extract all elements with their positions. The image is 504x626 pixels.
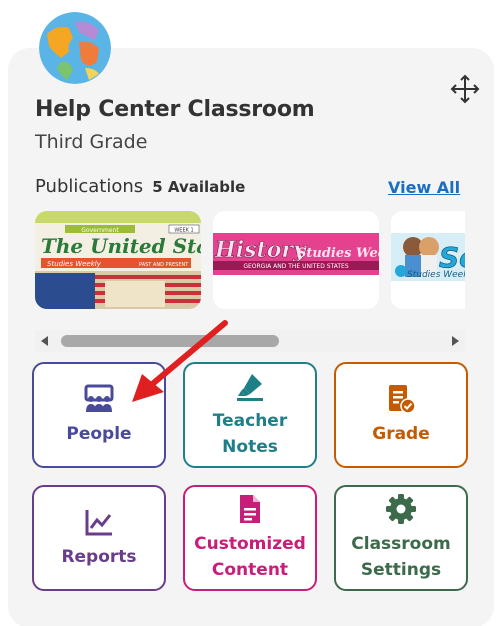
publication-card[interactable]: History Studies Weekly GEORGIA AND THE U… — [213, 211, 379, 309]
classroom-grade: Third Grade — [35, 131, 148, 153]
customized-content-tile[interactable]: Customized Content — [183, 485, 317, 591]
people-tile[interactable]: People — [32, 362, 166, 468]
carousel-scrollbar[interactable] — [35, 330, 465, 352]
publications-header: Publications 5 Available — [35, 176, 245, 197]
publication-card[interactable]: Sci Studies Weekly — [391, 211, 465, 309]
reports-label: Reports — [61, 547, 137, 567]
publication-week: WEEK 1 — [174, 228, 193, 234]
customized-content-label: Customized Content — [194, 534, 306, 580]
publication-title: The United States — [41, 234, 201, 258]
people-label: People — [66, 424, 132, 444]
grade-tile[interactable]: Grade — [334, 362, 468, 468]
publication-banner-text: Government — [81, 227, 119, 234]
people-icon — [84, 384, 114, 412]
publication-brand: Studies Weekly — [47, 260, 102, 268]
classroom-avatar-globe-icon — [39, 12, 111, 84]
teacher-notes-tile[interactable]: Teacher Notes — [183, 362, 317, 468]
reports-tile[interactable]: Reports — [32, 485, 166, 591]
file-text-icon — [240, 495, 260, 523]
publications-carousel[interactable]: Government WEEK 1 The United States Stud… — [35, 211, 465, 311]
publication-brand: Studies Weekly — [407, 270, 465, 280]
view-all-link[interactable]: View All — [388, 178, 460, 197]
classroom-settings-tile[interactable]: Classroom Settings — [334, 485, 468, 591]
highlighter-icon — [237, 374, 263, 401]
publications-label: Publications — [35, 176, 144, 197]
publication-subtitle: PAST AND PRESENT — [139, 262, 189, 268]
publication-title: History — [214, 237, 308, 263]
move-icon[interactable] — [449, 73, 481, 105]
grade-document-icon — [389, 385, 416, 414]
scroll-right-arrow-icon[interactable] — [452, 336, 459, 346]
publications-count: 5 Available — [152, 178, 246, 196]
gear-icon — [386, 494, 416, 524]
publication-brand: Studies Weekly — [297, 246, 379, 261]
scroll-left-arrow-icon[interactable] — [41, 336, 48, 346]
line-chart-icon — [85, 510, 112, 536]
classroom-settings-label: Classroom Settings — [351, 534, 451, 580]
teacher-notes-label: Teacher Notes — [212, 411, 288, 457]
publication-subtitle: GEORGIA AND THE UNITED STATES — [243, 263, 348, 270]
scrollbar-thumb[interactable] — [61, 335, 279, 347]
classroom-title: Help Center Classroom — [35, 97, 315, 122]
publication-card[interactable]: Government WEEK 1 The United States Stud… — [35, 211, 201, 309]
grade-label: Grade — [372, 424, 430, 444]
